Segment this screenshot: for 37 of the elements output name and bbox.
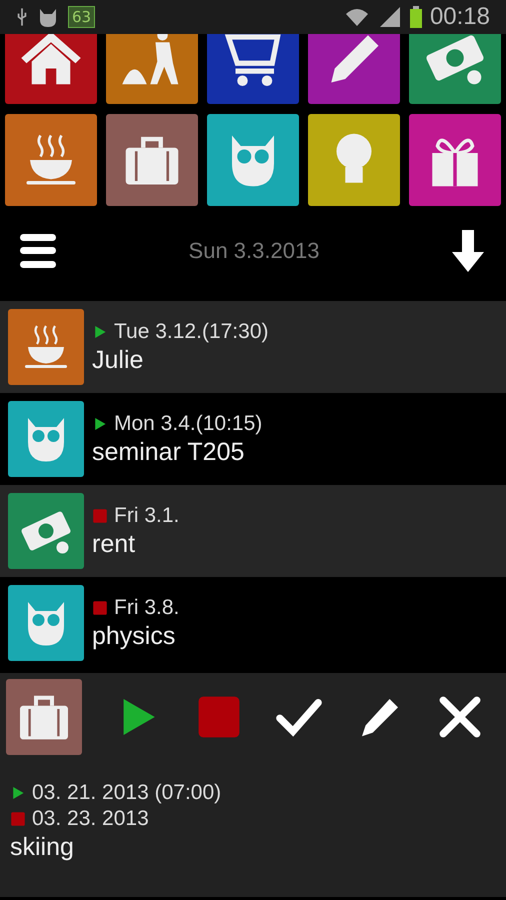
event-date: Tue 3.12.(17:30) bbox=[114, 320, 268, 344]
category-tile[interactable] bbox=[207, 34, 299, 104]
event-row[interactable]: Tue 3.12.(17:30) Julie bbox=[0, 301, 506, 393]
category-tile[interactable] bbox=[106, 114, 198, 206]
event-date: Fri 3.1. bbox=[114, 504, 180, 528]
event-title: seminar T205 bbox=[92, 438, 246, 466]
category-tile[interactable] bbox=[5, 34, 97, 104]
play-icon bbox=[92, 324, 108, 340]
event-date: Fri 3.8. bbox=[114, 596, 180, 620]
event-date: 03. 23. 2013 bbox=[32, 807, 149, 831]
category-tile[interactable] bbox=[409, 114, 501, 206]
play-icon bbox=[10, 785, 26, 801]
event-date: Mon 3.4.(10:15) bbox=[114, 412, 262, 436]
event-title: Julie bbox=[92, 346, 144, 374]
stop-icon bbox=[92, 508, 108, 524]
category-tile[interactable] bbox=[409, 34, 501, 104]
notification-badge: 63 bbox=[68, 6, 96, 28]
category-tile[interactable] bbox=[207, 114, 299, 206]
battery-icon bbox=[410, 6, 422, 28]
category-tile[interactable] bbox=[106, 34, 198, 104]
category-tile[interactable] bbox=[308, 114, 400, 206]
event-title: physics bbox=[92, 622, 176, 650]
clock: 00:18 bbox=[430, 3, 490, 31]
event-title: rent bbox=[92, 530, 136, 558]
wifi-icon bbox=[344, 6, 370, 28]
signal-icon bbox=[378, 6, 402, 28]
stop-icon bbox=[10, 811, 26, 827]
play-icon bbox=[92, 416, 108, 432]
event-title: skiing bbox=[10, 833, 75, 862]
event-date: 03. 21. 2013 (07:00) bbox=[32, 781, 222, 805]
category-tile[interactable] bbox=[5, 114, 97, 206]
category-tile[interactable] bbox=[308, 34, 400, 104]
menu-icon[interactable] bbox=[20, 234, 56, 268]
event-row[interactable]: Fri 3.1. rent bbox=[0, 485, 506, 577]
stop-icon bbox=[92, 600, 108, 616]
down-arrow-icon[interactable] bbox=[452, 230, 484, 272]
current-date: Sun 3.3.2013 bbox=[188, 238, 320, 264]
